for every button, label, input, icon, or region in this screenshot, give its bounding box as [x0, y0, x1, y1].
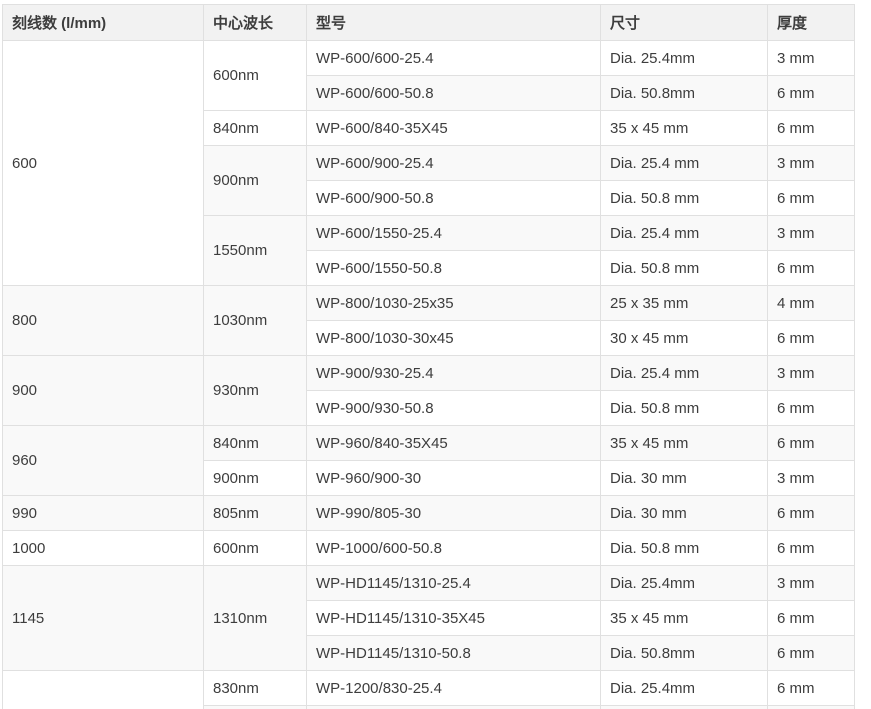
table-row: 1000 600nm WP-1000/600-50.8 Dia. 50.8 mm…	[3, 531, 855, 566]
cell-model: WP-900/930-25.4	[307, 356, 601, 391]
cell-model: WP-800/1030-25x35	[307, 286, 601, 321]
cell-wavelength	[204, 706, 307, 709]
cell-model: WP-960/900-30	[307, 461, 601, 496]
cell-thickness: 6 mm	[768, 76, 855, 111]
cell-wavelength: 830nm	[204, 671, 307, 706]
cell-model: WP-600/600-50.8	[307, 76, 601, 111]
cell-model: WP-600/900-50.8	[307, 181, 601, 216]
cell-size: 35 x 45 mm	[601, 111, 768, 146]
cell-wavelength: 840nm	[204, 111, 307, 146]
cell-model: WP-600/840-35X45	[307, 111, 601, 146]
cell-size: 25 x 35 mm	[601, 286, 768, 321]
table-row: 800 1030nm WP-800/1030-25x35 25 x 35 mm …	[3, 286, 855, 321]
cell-size: Dia. 30 mm	[601, 461, 768, 496]
cell-thickness: 3 mm	[768, 216, 855, 251]
table-row: 1145 1310nm WP-HD1145/1310-25.4 Dia. 25.…	[3, 566, 855, 601]
page: 刻线数 (l/mm) 中心波长 型号 尺寸 厚度 600 600nm WP-60…	[0, 0, 871, 709]
cell-thickness: 6 mm	[768, 671, 855, 706]
cell-model: WP-600/600-25.4	[307, 41, 601, 76]
cell-model: WP-1000/600-50.8	[307, 531, 601, 566]
cell-thickness: 3 mm	[768, 146, 855, 181]
cell-wavelength: 1550nm	[204, 216, 307, 286]
cell-thickness: 6 mm	[768, 636, 855, 671]
cell-model: WP-HD1145/1310-25.4	[307, 566, 601, 601]
cell-thickness: 6 mm	[768, 531, 855, 566]
column-header-lines: 刻线数 (l/mm)	[3, 5, 204, 41]
cell-lines: 900	[3, 356, 204, 426]
cell-wavelength: 600nm	[204, 531, 307, 566]
cell-model: WP-HD1145/1310-35X45	[307, 601, 601, 636]
cell-size: 35 x 45 mm	[601, 426, 768, 461]
cell-model: WP-1200/830-25.4	[307, 671, 601, 706]
cell-thickness: 6 mm	[768, 321, 855, 356]
column-header-wavelength: 中心波长	[204, 5, 307, 41]
table-row: 900 930nm WP-900/930-25.4 Dia. 25.4 mm 3…	[3, 356, 855, 391]
cell-lines: 960	[3, 426, 204, 496]
cell-size: Dia. 50.8 mm	[601, 251, 768, 286]
cell-size: Dia. 50.8 mm	[601, 181, 768, 216]
cell-size: Dia. 25.4mm	[601, 671, 768, 706]
cell-model: WP-800/1030-30x45	[307, 321, 601, 356]
table-header: 刻线数 (l/mm) 中心波长 型号 尺寸 厚度	[3, 5, 855, 41]
cell-lines: 1145	[3, 566, 204, 671]
cell-model	[307, 706, 601, 709]
cell-thickness: 4 mm	[768, 286, 855, 321]
cell-size: Dia. 50.8mm	[601, 636, 768, 671]
cell-wavelength: 930nm	[204, 356, 307, 426]
cell-model: WP-900/930-50.8	[307, 391, 601, 426]
cell-lines: 800	[3, 286, 204, 356]
table-row: 960 840nm WP-960/840-35X45 35 x 45 mm 6 …	[3, 426, 855, 461]
cell-model: WP-960/840-35X45	[307, 426, 601, 461]
gratings-spec-table: 刻线数 (l/mm) 中心波长 型号 尺寸 厚度 600 600nm WP-60…	[2, 4, 855, 709]
cell-thickness	[768, 706, 855, 709]
cell-size: Dia. 25.4 mm	[601, 356, 768, 391]
cell-lines: 990	[3, 496, 204, 531]
cell-size: Dia. 25.4mm	[601, 566, 768, 601]
cell-size: Dia. 25.4mm	[601, 41, 768, 76]
header-row: 刻线数 (l/mm) 中心波长 型号 尺寸 厚度	[3, 5, 855, 41]
cell-thickness: 3 mm	[768, 356, 855, 391]
cell-thickness: 6 mm	[768, 111, 855, 146]
cell-thickness: 3 mm	[768, 41, 855, 76]
cell-wavelength: 600nm	[204, 41, 307, 111]
table-row: 990 805nm WP-990/805-30 Dia. 30 mm 6 mm	[3, 496, 855, 531]
cell-lines: 600	[3, 41, 204, 286]
table-body: 600 600nm WP-600/600-25.4 Dia. 25.4mm 3 …	[3, 41, 855, 709]
cell-thickness: 6 mm	[768, 251, 855, 286]
cell-lines	[3, 671, 204, 709]
cell-thickness: 6 mm	[768, 426, 855, 461]
cell-wavelength: 1310nm	[204, 566, 307, 671]
cell-thickness: 3 mm	[768, 461, 855, 496]
cell-size	[601, 706, 768, 709]
cell-lines: 1000	[3, 531, 204, 566]
table-row: 600 600nm WP-600/600-25.4 Dia. 25.4mm 3 …	[3, 41, 855, 76]
column-header-model: 型号	[307, 5, 601, 41]
cell-size: Dia. 30 mm	[601, 496, 768, 531]
column-header-thickness: 厚度	[768, 5, 855, 41]
cell-size: Dia. 50.8mm	[601, 76, 768, 111]
cell-wavelength: 900nm	[204, 461, 307, 496]
cell-model: WP-990/805-30	[307, 496, 601, 531]
cell-wavelength: 840nm	[204, 426, 307, 461]
cell-model: WP-HD1145/1310-50.8	[307, 636, 601, 671]
cell-thickness: 3 mm	[768, 566, 855, 601]
cell-wavelength: 805nm	[204, 496, 307, 531]
cell-model: WP-600/1550-25.4	[307, 216, 601, 251]
cell-model: WP-600/900-25.4	[307, 146, 601, 181]
table-row: 830nm WP-1200/830-25.4 Dia. 25.4mm 6 mm	[3, 671, 855, 706]
cell-size: Dia. 50.8 mm	[601, 391, 768, 426]
cell-size: Dia. 25.4 mm	[601, 146, 768, 181]
cell-wavelength: 1030nm	[204, 286, 307, 356]
cell-thickness: 6 mm	[768, 181, 855, 216]
cell-size: 35 x 45 mm	[601, 601, 768, 636]
cell-size: Dia. 50.8 mm	[601, 531, 768, 566]
cell-size: Dia. 25.4 mm	[601, 216, 768, 251]
cell-thickness: 6 mm	[768, 391, 855, 426]
column-header-size: 尺寸	[601, 5, 768, 41]
cell-thickness: 6 mm	[768, 601, 855, 636]
cell-wavelength: 900nm	[204, 146, 307, 216]
cell-model: WP-600/1550-50.8	[307, 251, 601, 286]
cell-size: 30 x 45 mm	[601, 321, 768, 356]
cell-thickness: 6 mm	[768, 496, 855, 531]
